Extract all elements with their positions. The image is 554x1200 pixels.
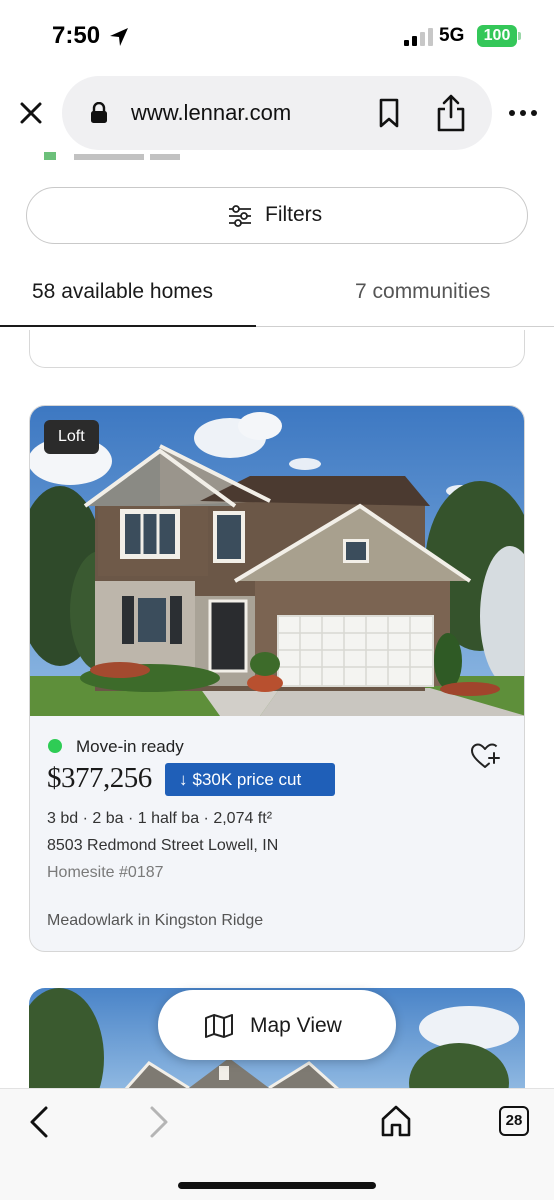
filters-button[interactable]: Filters xyxy=(26,187,528,244)
heart-plus-icon[interactable] xyxy=(470,742,500,770)
listing-homesite: Homesite #0187 xyxy=(47,864,164,881)
home-photo[interactable] xyxy=(30,406,525,716)
more-icon[interactable] xyxy=(506,100,540,126)
tab-available-homes[interactable]: 58 available homes xyxy=(32,280,213,304)
tabs-icon[interactable]: 28 xyxy=(499,1106,529,1136)
listing-badge: Loft xyxy=(44,420,99,454)
down-arrow-icon: ↓ xyxy=(179,770,188,789)
signal-icon xyxy=(404,28,433,46)
listing-price: $377,256 xyxy=(47,762,152,794)
home-icon[interactable] xyxy=(380,1104,412,1138)
back-arrow-icon[interactable] xyxy=(26,1105,52,1139)
map-icon xyxy=(205,1014,233,1038)
location-arrow-icon xyxy=(110,28,128,46)
lock-icon xyxy=(91,102,107,123)
listing-community[interactable]: Meadowlark in Kingston Ridge xyxy=(47,912,263,930)
status-time: 7:50 xyxy=(52,22,101,49)
status-dot xyxy=(48,739,62,753)
tab-divider xyxy=(256,326,554,327)
sliders-icon xyxy=(229,205,251,227)
active-tab-indicator xyxy=(0,325,256,327)
network-label: 5G xyxy=(439,25,465,46)
price-cut-badge: ↓ $30K price cut xyxy=(165,763,335,796)
address-bar[interactable]: www.lennar.com xyxy=(62,76,492,150)
share-icon[interactable] xyxy=(433,93,469,133)
close-icon[interactable] xyxy=(14,96,48,130)
listing-specs: 3 bd · 2 ba · 1 half ba · 2,074 ft² xyxy=(47,810,273,827)
filters-label: Filters xyxy=(265,203,323,226)
listing-status: Move-in ready xyxy=(76,737,184,756)
bookmark-icon[interactable] xyxy=(374,97,404,129)
battery-icon: 100 xyxy=(477,25,521,47)
listing-card[interactable]: Loft Move-in ready $377,256 ↓ $30K price … xyxy=(29,405,525,952)
forward-arrow-icon[interactable] xyxy=(146,1105,172,1139)
map-view-button[interactable]: Map View xyxy=(158,990,396,1060)
status-bar: 7:50 5G 100 xyxy=(0,0,554,72)
tab-communities[interactable]: 7 communities xyxy=(355,280,490,304)
url-text: www.lennar.com xyxy=(131,100,292,125)
scrolled-content-fragment xyxy=(44,152,180,160)
previous-listing-card[interactable] xyxy=(29,330,525,368)
price-cut-label: $30K price cut xyxy=(192,770,302,789)
home-indicator xyxy=(178,1182,376,1189)
map-view-label: Map View xyxy=(250,1014,342,1037)
listing-address: 8503 Redmond Street Lowell, IN xyxy=(47,837,279,854)
